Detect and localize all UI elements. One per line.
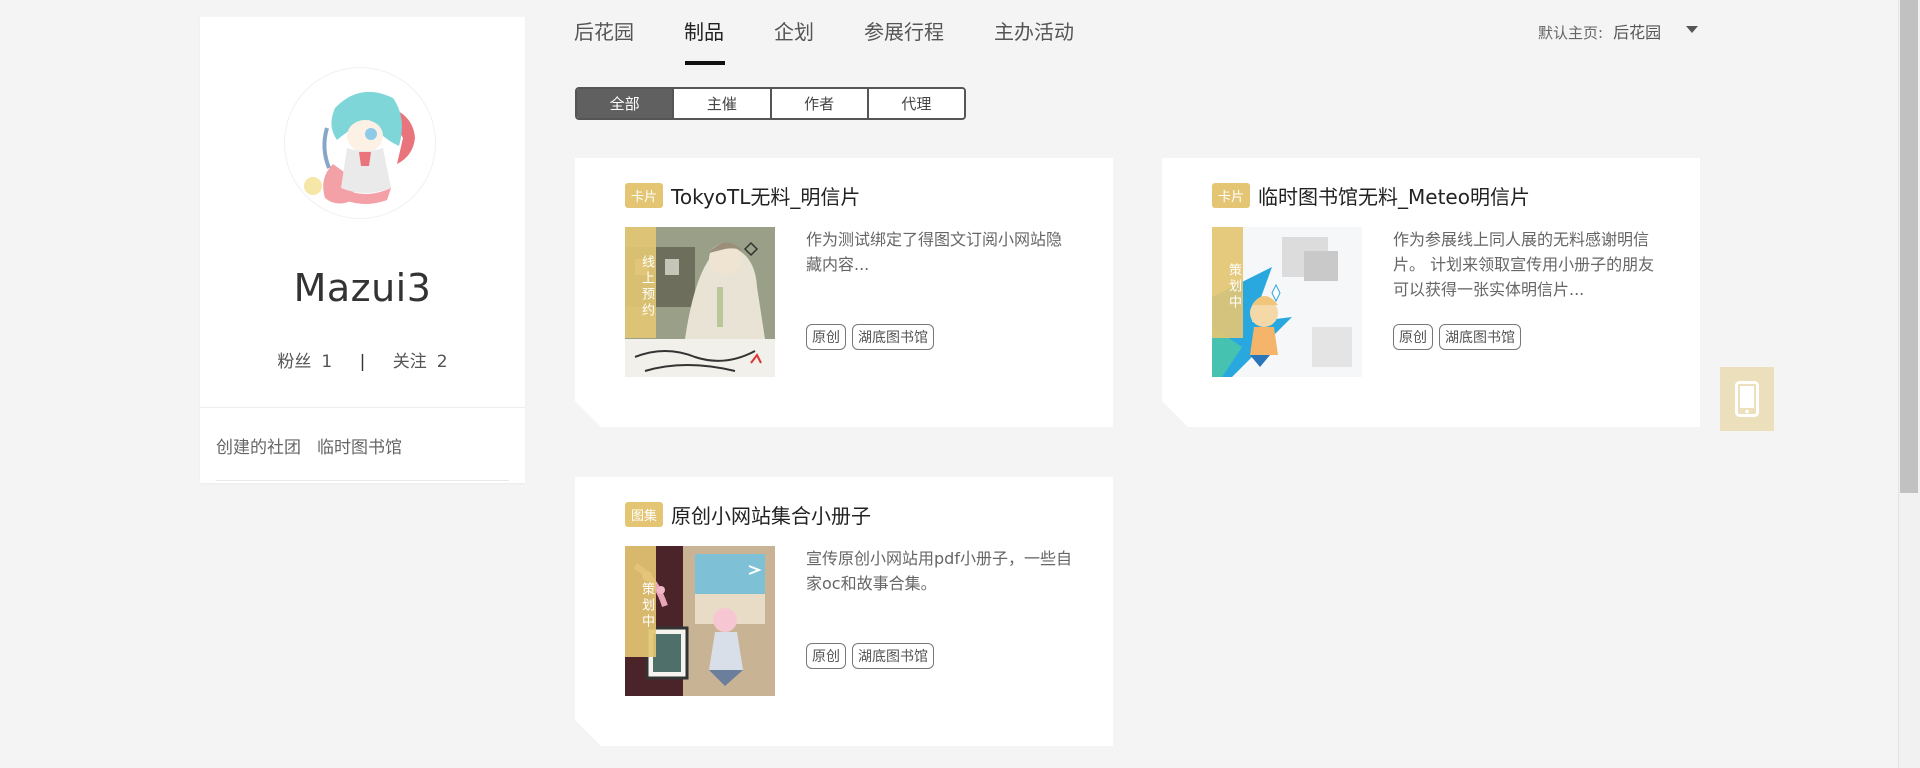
tablet-icon xyxy=(1735,381,1759,417)
tag-lake-library[interactable]: 湖底图书馆 xyxy=(852,324,934,350)
tab-exhibitions[interactable]: 参展行程 xyxy=(864,16,944,45)
product-card[interactable]: 卡片 临时图书馆无料_Meteo明信片 策划中 作为参展线上同人展的无料感谢明信… xyxy=(1162,158,1700,427)
fans-label: 粉丝 xyxy=(277,352,312,372)
fans-count: 1 xyxy=(321,352,333,372)
filter-author[interactable]: 作者 xyxy=(769,89,867,118)
mobile-view-button[interactable] xyxy=(1720,367,1774,431)
card-title[interactable]: TokyoTL无料_明信片 xyxy=(671,181,860,210)
tag-original[interactable]: 原创 xyxy=(806,643,846,669)
card-title[interactable]: 原创小网站集合小册子 xyxy=(671,500,871,529)
card-tags: 原创 湖底图书馆 xyxy=(1393,324,1527,350)
active-tab-underline xyxy=(685,61,725,65)
card-description: 作为参展线上同人展的无料感谢明信片。 计划来领取宣传用小册子的朋友可以获得一张实… xyxy=(1393,230,1655,299)
default-home-select[interactable]: 默认主页: 后花园 xyxy=(1538,19,1698,43)
tag-original[interactable]: 原创 xyxy=(806,324,846,350)
stats-divider: | xyxy=(359,352,366,372)
status-tag: 策划中 xyxy=(625,546,656,657)
card-description: 宣传原创小网站用pdf小册子，一些自家oc和故事合集。 xyxy=(806,549,1072,593)
tab-garden[interactable]: 后花园 xyxy=(574,16,634,45)
card-header: 卡片 TokyoTL无料_明信片 xyxy=(625,180,860,210)
card-header: 卡片 临时图书馆无料_Meteo明信片 xyxy=(1212,180,1530,210)
fans-stat[interactable]: 粉丝 1 xyxy=(277,347,332,372)
default-home-value: 后花园 xyxy=(1613,23,1662,42)
default-home-label: 默认主页: xyxy=(1538,24,1604,42)
tag-original[interactable]: 原创 xyxy=(1393,324,1433,350)
status-tag: 策划中 xyxy=(1212,227,1243,338)
profile-card: Mazui3 粉丝 1 | 关注 2 创建的社团 临时图书馆 xyxy=(200,17,525,483)
role-filter: 全部 主催 作者 代理 xyxy=(575,87,966,120)
tag-lake-library[interactable]: 湖底图书馆 xyxy=(852,643,934,669)
product-card[interactable]: 图集 原创小网站集合小册子 策划中 宣传原创小网站用pdf小册子，一些自家oc和… xyxy=(575,477,1113,746)
club-link[interactable]: 临时图书馆 xyxy=(317,438,402,458)
created-clubs: 创建的社团 临时图书馆 xyxy=(216,433,418,458)
card-thumbnail[interactable]: 策划中 xyxy=(625,546,775,696)
filter-host[interactable]: 主催 xyxy=(672,89,770,118)
filter-agent[interactable]: 代理 xyxy=(866,89,964,118)
scrollbar-thumb[interactable] xyxy=(1900,0,1918,493)
card-tags: 原创 湖底图书馆 xyxy=(806,643,940,669)
card-header: 图集 原创小网站集合小册子 xyxy=(625,499,871,529)
card-type-badge: 图集 xyxy=(625,502,663,527)
clubs-divider xyxy=(216,480,509,481)
follow-count: 2 xyxy=(436,352,448,372)
tab-hosted-events[interactable]: 主办活动 xyxy=(994,16,1074,45)
clubs-label: 创建的社团 xyxy=(216,438,301,458)
card-thumbnail[interactable]: 策划中 xyxy=(1212,227,1362,377)
profile-divider xyxy=(200,407,525,408)
tag-lake-library[interactable]: 湖底图书馆 xyxy=(1439,324,1521,350)
card-tags: 原创 湖底图书馆 xyxy=(806,324,940,350)
caret-down-icon xyxy=(1686,26,1698,33)
follow-label: 关注 xyxy=(392,352,427,372)
status-tag: 线上预约 xyxy=(625,227,656,338)
card-thumbnail[interactable]: 线上预约 xyxy=(625,227,775,377)
username: Mazui3 xyxy=(293,266,432,310)
card-title[interactable]: 临时图书馆无料_Meteo明信片 xyxy=(1258,181,1530,210)
product-card[interactable]: 卡片 TokyoTL无料_明信片 线上预约 作为测试绑定了得图文订阅小网站隐藏内… xyxy=(575,158,1113,427)
card-type-badge: 卡片 xyxy=(625,183,663,208)
card-description: 作为测试绑定了得图文订阅小网站隐藏内容... xyxy=(806,230,1063,274)
tab-works[interactable]: 制品 xyxy=(684,16,724,45)
tab-projects[interactable]: 企划 xyxy=(774,16,814,45)
follow-stats: 粉丝 1 | 关注 2 xyxy=(200,347,525,372)
avatar[interactable] xyxy=(284,67,436,219)
card-type-badge: 卡片 xyxy=(1212,183,1250,208)
follow-stat[interactable]: 关注 2 xyxy=(393,347,448,372)
filter-all[interactable]: 全部 xyxy=(577,89,673,118)
